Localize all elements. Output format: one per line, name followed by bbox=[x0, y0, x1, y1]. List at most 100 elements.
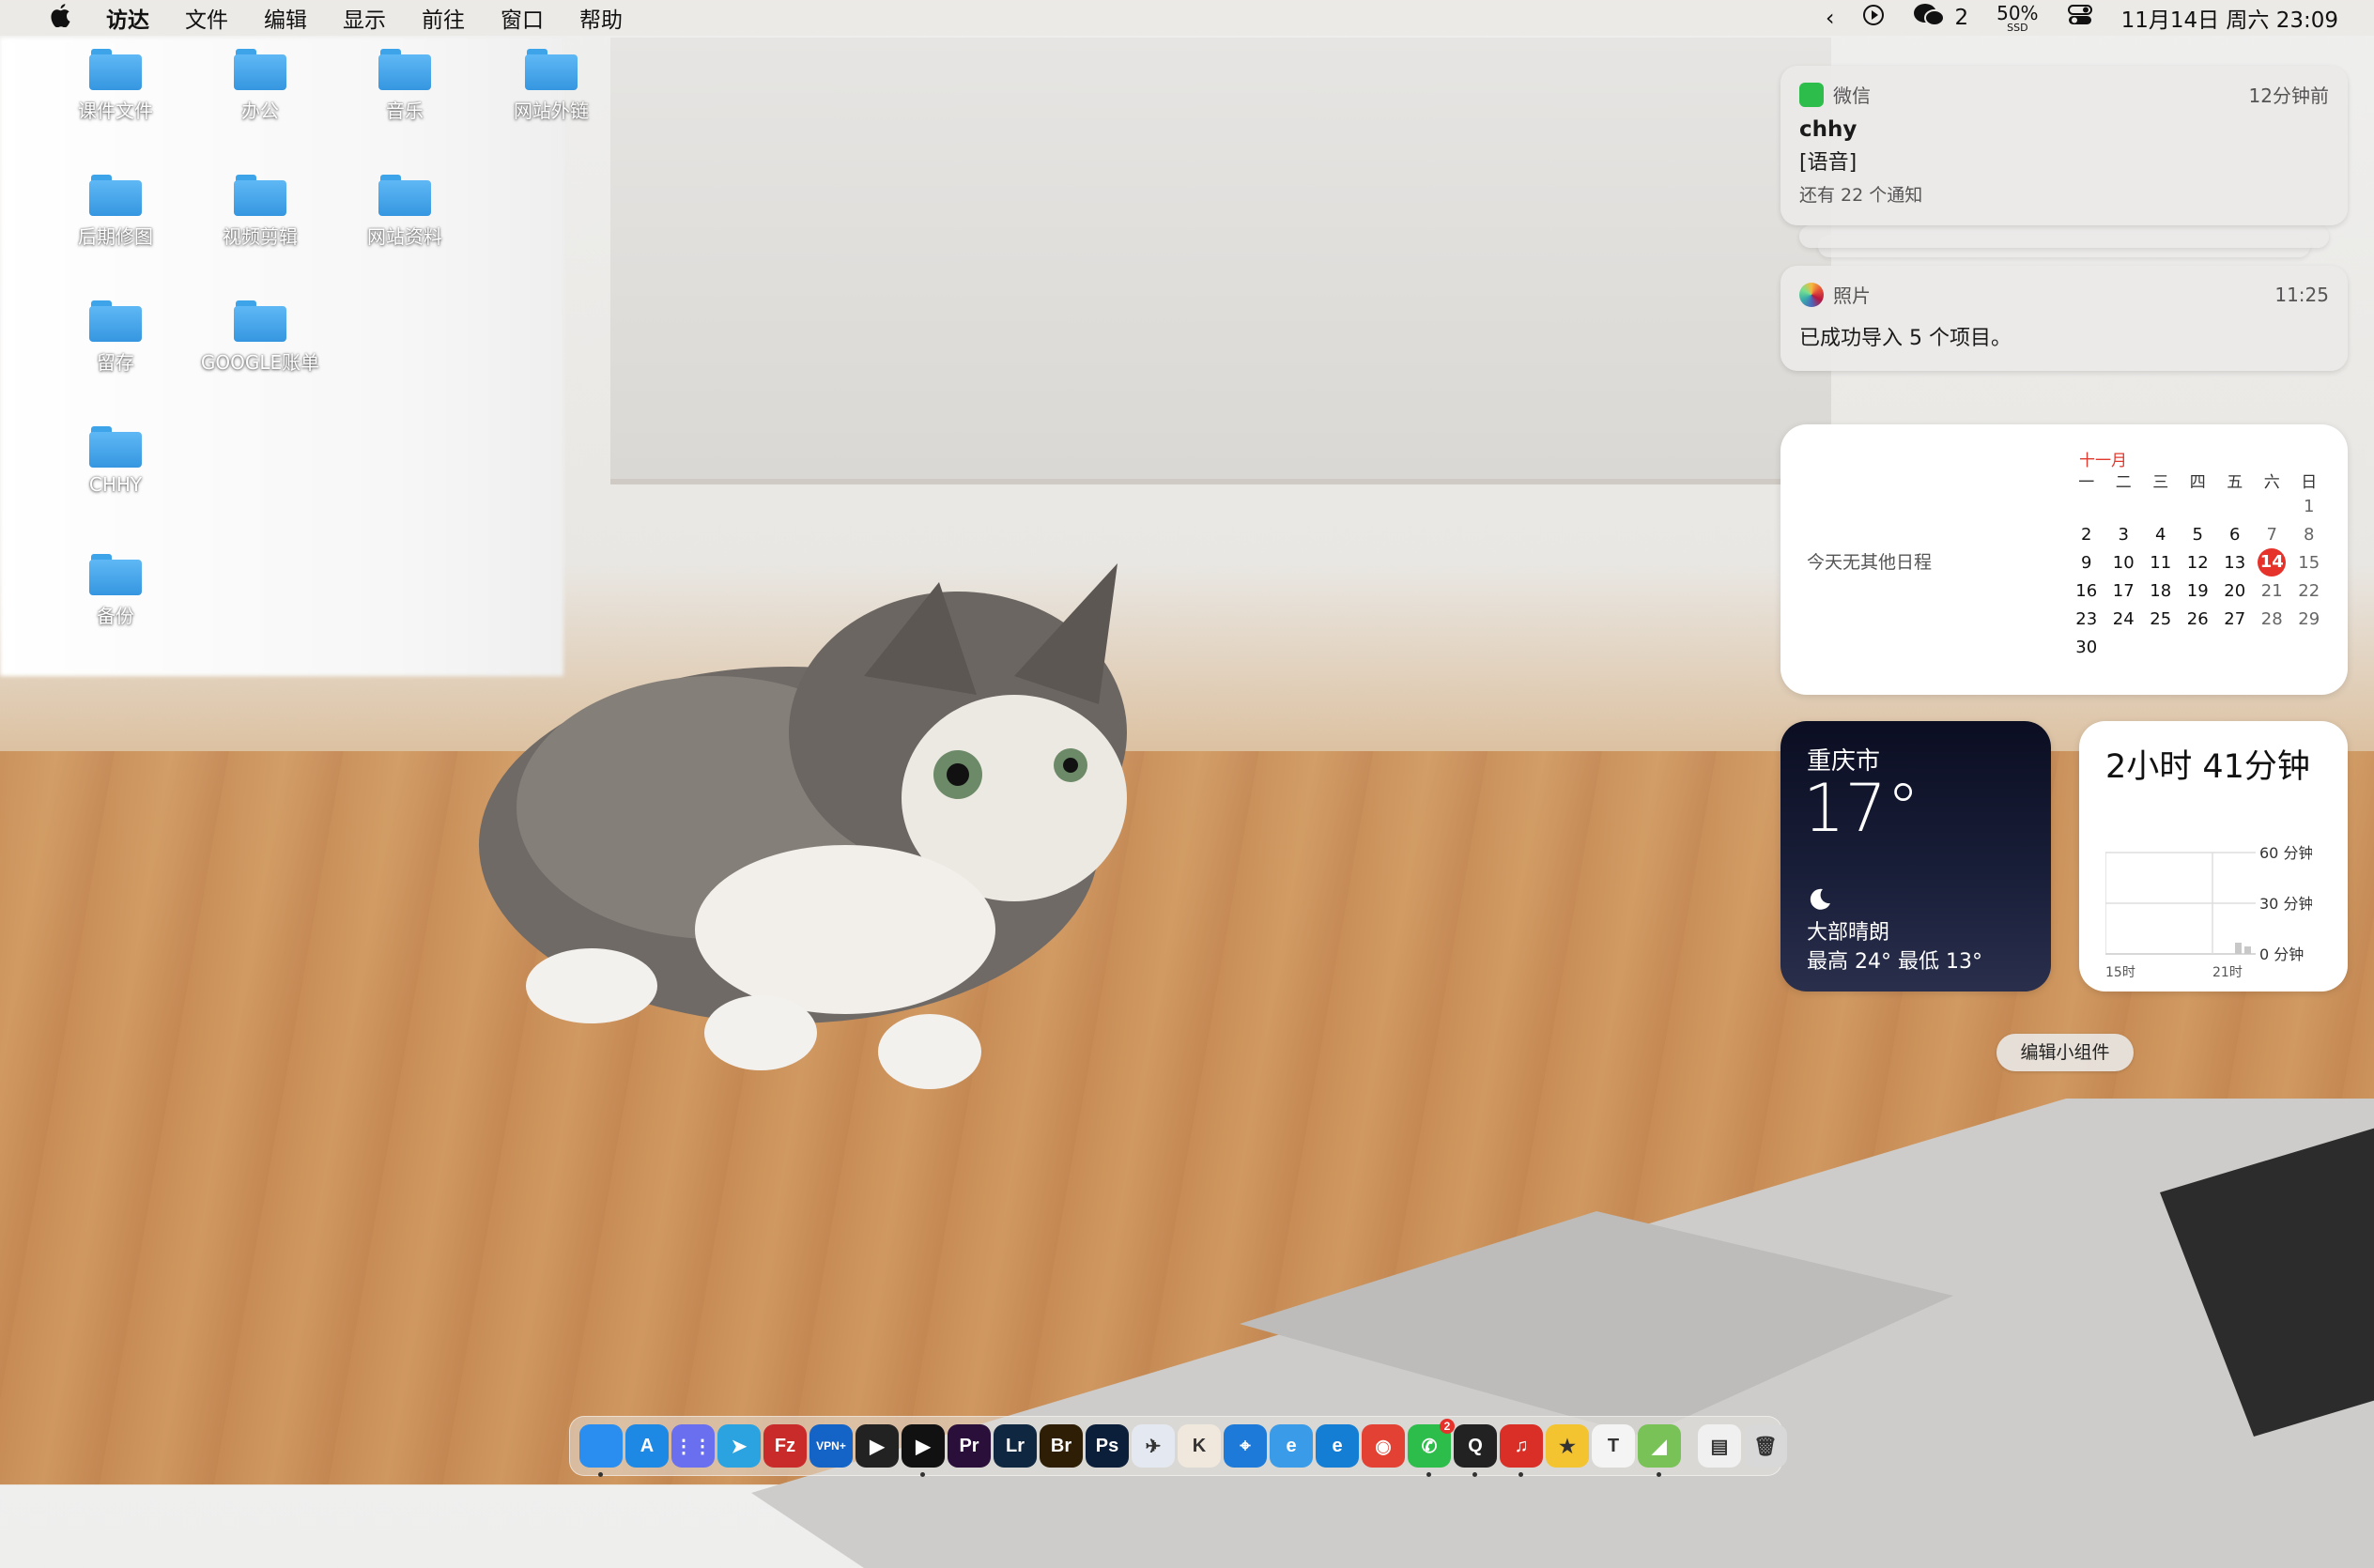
calendar-widget[interactable]: 今天无其他日程 十一月 一 二 三 四 五 六 日 1 2 3 4 5 6 7 bbox=[1780, 424, 2348, 695]
menu-help[interactable]: 帮助 bbox=[562, 2, 640, 34]
menu-edit[interactable]: 编辑 bbox=[246, 2, 325, 34]
desktop-folder[interactable]: CHHY bbox=[40, 426, 191, 496]
desktop-folder[interactable]: 课件文件 bbox=[40, 49, 191, 123]
trash-glyph: 🗑 bbox=[1753, 1436, 1778, 1457]
lightroom-icon[interactable]: Lr bbox=[994, 1424, 1037, 1468]
kuaiqi-glyph: K bbox=[1192, 1435, 1207, 1456]
menu-go[interactable]: 前往 bbox=[404, 2, 483, 34]
notification-app-name: 微信 bbox=[1833, 85, 1871, 107]
day-cell: 5 bbox=[2192, 524, 2203, 545]
edge-beta-icon[interactable]: e bbox=[1270, 1424, 1313, 1468]
quicktime-icon[interactable]: ▶ bbox=[856, 1424, 899, 1468]
battery-status[interactable]: 50% SSD bbox=[1996, 4, 2038, 33]
photos-app-icon bbox=[1799, 282, 1824, 307]
day-cell: 16 bbox=[2075, 580, 2098, 601]
feishu-icon[interactable]: ✈ bbox=[1132, 1424, 1175, 1468]
desktop-folder[interactable]: 办公 bbox=[185, 49, 335, 123]
folder-icon bbox=[378, 49, 431, 90]
running-indicator bbox=[1426, 1472, 1431, 1477]
vpn-icon[interactable]: VPN+ bbox=[809, 1424, 853, 1468]
edge-glyph: e bbox=[1332, 1435, 1343, 1456]
menu-finder[interactable]: 访达 bbox=[88, 2, 167, 34]
desktop-folder[interactable]: 网站资料 bbox=[330, 175, 480, 249]
wechat-status[interactable]: 2 bbox=[1913, 3, 1968, 33]
qq-icon[interactable]: Q bbox=[1454, 1424, 1497, 1477]
weather-widget[interactable]: 重庆市 17° 大部晴朗 最高 24° 最低 13° bbox=[1780, 721, 2051, 992]
calendar-grid: 一 二 三 四 五 六 日 1 2 3 4 5 6 7 8 9 10 11 12… bbox=[2068, 468, 2328, 661]
menu-file[interactable]: 文件 bbox=[167, 2, 246, 34]
x-label-21: 21时 bbox=[2212, 965, 2243, 980]
day-cell bbox=[2142, 492, 2180, 520]
finder-icon[interactable] bbox=[579, 1424, 623, 1477]
telegram-glyph: ➤ bbox=[731, 1436, 748, 1457]
folder-icon bbox=[89, 49, 142, 90]
filezilla-icon[interactable]: Fz bbox=[763, 1424, 807, 1468]
android-icon[interactable]: ◢ bbox=[1638, 1424, 1681, 1477]
netease-music-icon[interactable]: ♫ bbox=[1500, 1424, 1543, 1477]
safari-icon[interactable]: ⌖ bbox=[1224, 1424, 1267, 1468]
desktop-folder[interactable]: 后期修图 bbox=[40, 175, 191, 249]
notification-time: 12分钟前 bbox=[2248, 85, 2329, 107]
kuaiqi-icon[interactable]: K bbox=[1178, 1424, 1221, 1468]
day-cell bbox=[2142, 633, 2180, 661]
premiere-icon[interactable]: Pr bbox=[948, 1424, 991, 1468]
app-store-glyph: A bbox=[640, 1435, 655, 1456]
desktop-folder[interactable]: 音乐 bbox=[330, 49, 480, 123]
notification-time: 11:25 bbox=[2274, 283, 2329, 306]
desktop-folder[interactable]: 留存 bbox=[40, 300, 191, 375]
day-cell: 30 bbox=[2075, 637, 2098, 657]
netease-music-glyph: ♫ bbox=[1514, 1435, 1529, 1456]
trash-icon[interactable]: 🗑 bbox=[1744, 1424, 1787, 1468]
day-cell bbox=[2290, 633, 2328, 661]
menu-view[interactable]: 显示 bbox=[325, 2, 404, 34]
day-cell: 3 bbox=[2118, 524, 2129, 545]
notes-star-icon[interactable]: ★ bbox=[1546, 1424, 1589, 1468]
chrome-glyph: ◉ bbox=[1375, 1436, 1392, 1457]
filezilla-glyph: Fz bbox=[774, 1435, 796, 1456]
bridge-glyph: Br bbox=[1050, 1435, 1072, 1456]
folder-label: 办公 bbox=[241, 100, 279, 122]
desktop-folder[interactable]: 视频剪辑 bbox=[185, 175, 335, 249]
desktop-folder[interactable]: GOOGLE账单 bbox=[185, 300, 335, 375]
edit-widgets-button[interactable]: 编辑小组件 bbox=[1996, 1034, 2134, 1071]
day-cell: 15 bbox=[2298, 552, 2320, 573]
day-cell: 6 bbox=[2229, 524, 2241, 545]
notification-more[interactable]: 还有 22 个通知 bbox=[1780, 176, 2348, 207]
feishu-glyph: ✈ bbox=[1145, 1436, 1162, 1457]
infuse-icon[interactable]: ▶ bbox=[902, 1424, 945, 1477]
wechat-icon[interactable]: ✆ 2 bbox=[1408, 1419, 1455, 1477]
notification-photos[interactable]: 照片 11:25 已成功导入 5 个项目。 bbox=[1780, 266, 2348, 371]
notes-star-glyph: ★ bbox=[1559, 1436, 1576, 1457]
folder-icon bbox=[234, 175, 286, 216]
telegram-icon[interactable]: ➤ bbox=[717, 1424, 761, 1468]
apple-menu-icon[interactable] bbox=[32, 3, 88, 34]
folder-icon bbox=[89, 175, 142, 216]
launchpad-icon[interactable]: ⋮⋮ bbox=[671, 1424, 715, 1468]
today-marker: 14 bbox=[2258, 548, 2287, 576]
day-cell bbox=[2180, 492, 2217, 520]
notification-wechat[interactable]: 微信 12分钟前 chhy [语音] 还有 22 个通知 bbox=[1780, 66, 2348, 225]
control-center-icon[interactable] bbox=[2067, 4, 2093, 32]
day-cell: 20 bbox=[2224, 580, 2246, 601]
typora-icon[interactable]: T bbox=[1592, 1424, 1635, 1468]
y-label-60: 60 分钟 bbox=[2259, 844, 2312, 862]
desktop-folder[interactable]: 备份 bbox=[40, 554, 191, 628]
battery-label: SSD bbox=[2007, 21, 2028, 34]
clock-datetime[interactable]: 11月14日 周六 23:09 bbox=[2121, 2, 2338, 34]
wallpaper-wall-panel bbox=[610, 38, 1831, 484]
play-circle-icon[interactable] bbox=[1862, 4, 1885, 32]
bridge-icon[interactable]: Br bbox=[1040, 1424, 1083, 1468]
menu-window[interactable]: 窗口 bbox=[483, 2, 562, 34]
screen-time-widget[interactable]: 2小时 41分钟 60 分钟 30 分钟 0 分钟 15时 21时 bbox=[2079, 721, 2348, 992]
edge-icon[interactable]: e bbox=[1316, 1424, 1359, 1468]
y-label-30: 30 分钟 bbox=[2259, 895, 2312, 913]
photoshop-icon[interactable]: Ps bbox=[1086, 1424, 1129, 1468]
chrome-icon[interactable]: ◉ bbox=[1362, 1424, 1405, 1468]
file-doc-icon[interactable]: ▤ bbox=[1698, 1424, 1741, 1468]
chevron-left-icon[interactable]: ‹ bbox=[1826, 5, 1835, 31]
wechat-app-icon bbox=[1799, 82, 1824, 107]
weekday: 六 bbox=[2263, 472, 2280, 492]
day-cell bbox=[2254, 492, 2291, 520]
desktop-folder[interactable]: 网站外链 bbox=[476, 49, 626, 123]
app-store-icon[interactable]: A bbox=[625, 1424, 669, 1468]
